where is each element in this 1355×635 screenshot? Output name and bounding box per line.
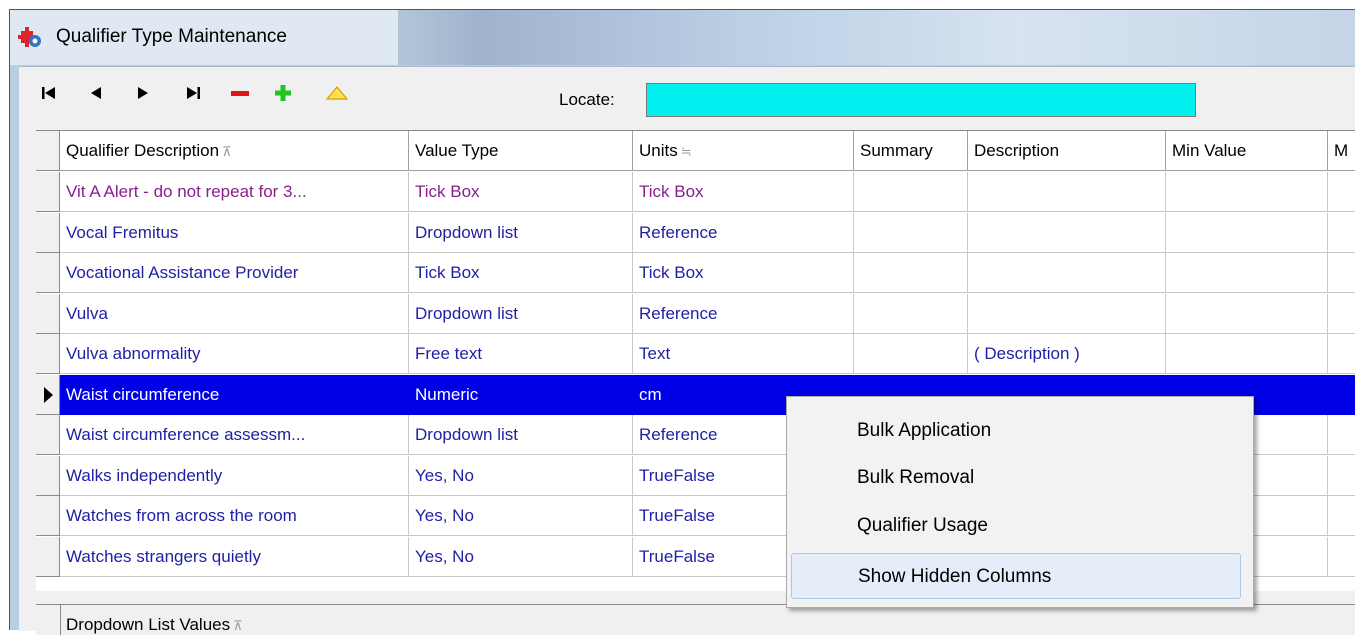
cell-qualifier-description[interactable]: Walks independently [60,455,409,496]
app-icon [18,27,41,47]
column-header-max-value[interactable]: M [1328,131,1355,171]
cell-max-value[interactable] [1328,496,1355,536]
cell-summary[interactable] [854,253,968,293]
cell-summary[interactable] [854,212,968,253]
cell-qualifier-description[interactable]: Vulva abnormality [60,334,409,374]
edit-record-icon[interactable] [324,81,350,105]
row-indicator[interactable] [36,253,60,293]
grid-header-row: Qualifier Description ⊼ Value Type Units ≒… [36,131,1355,172]
row-indicator[interactable] [36,172,60,212]
row-indicator[interactable] [36,374,60,415]
cell-qualifier-description[interactable]: Vocational Assistance Provider [60,253,409,293]
row-indicator[interactable] [36,455,60,496]
column-header-summary[interactable]: Summary [854,131,968,171]
cell-qualifier-description[interactable]: Vit A Alert - do not repeat for 3... [60,172,409,212]
cell-units[interactable]: Tick Box [633,253,854,293]
menu-item-qualifier-usage[interactable]: Qualifier Usage [791,503,1241,549]
cell-qualifier-description[interactable]: Waist circumference assessm... [60,415,409,455]
cell-units[interactable]: Text [633,334,854,374]
window-title: Qualifier Type Maintenance [56,26,287,47]
cell-max-value[interactable] [1328,456,1355,496]
cell-value-type[interactable]: Tick Box [409,253,633,293]
column-header-qualifier-description[interactable]: Qualifier Description ⊼ [60,131,409,171]
cell-value-type[interactable]: Dropdown list [409,293,633,334]
cell-summary[interactable] [854,172,968,212]
next-record-icon[interactable] [130,81,156,105]
previous-record-icon[interactable] [83,81,109,105]
header-indicator [36,131,60,171]
cell-units[interactable]: Tick Box [633,172,854,212]
cell-description[interactable] [968,253,1166,293]
cell-value-type[interactable]: Tick Box [409,172,633,212]
cell-max-value[interactable] [1328,253,1355,293]
cell-qualifier-description[interactable]: Watches strangers quietly [60,536,409,577]
cell-value-type[interactable]: Free text [409,334,633,374]
dropdown-list-values-panel: Dropdown List Values ⊼ [36,604,1355,635]
cell-max-value[interactable] [1328,213,1355,253]
table-row[interactable]: Vit A Alert - do not repeat for 3... Tick… [36,172,1355,213]
cell-value-type[interactable]: Dropdown list [409,415,633,455]
menu-item-bulk-application[interactable]: Bulk Application [791,408,1241,454]
dropdown-list-values-header[interactable]: Dropdown List Values ⊼ [66,615,243,635]
locate-label: Locate: [559,90,615,109]
cell-qualifier-description[interactable]: Watches from across the room [60,496,409,536]
toolbar: Locate: [19,67,1355,119]
cell-summary[interactable] [854,334,968,374]
locate-input[interactable] [646,83,1196,117]
table-row[interactable]: Vulva Dropdown list Reference [36,293,1355,335]
cell-min-value[interactable] [1166,293,1328,334]
cell-qualifier-description[interactable]: Waist circumference [60,374,409,415]
cell-units[interactable]: Reference [633,293,854,334]
sort-ascending-icon: ⊼ [222,144,232,159]
cell-min-value[interactable] [1166,212,1328,253]
context-menu: Bulk Application Bulk Removal Qualifier … [786,396,1254,608]
add-record-icon[interactable] [270,81,296,105]
cell-description[interactable] [968,212,1166,253]
row-indicator[interactable] [36,536,60,577]
row-indicator[interactable] [36,334,60,374]
row-indicator[interactable] [36,415,60,455]
cell-description[interactable]: ( Description ) [968,334,1166,374]
cell-value-type[interactable]: Yes, No [409,455,633,496]
cell-max-value[interactable] [1328,172,1355,212]
table-row[interactable]: Vocational Assistance Provider Tick Box Ti… [36,253,1355,294]
first-record-icon[interactable] [36,81,62,105]
column-header-min-value[interactable]: Min Value [1166,131,1328,171]
cell-max-value[interactable] [1328,537,1355,577]
cell-summary[interactable] [854,293,968,334]
cell-min-value[interactable] [1166,253,1328,293]
cell-value-type[interactable]: Numeric [409,374,633,415]
cell-max-value[interactable] [1328,334,1355,374]
column-header-value-type[interactable]: Value Type [409,131,633,171]
cell-max-value[interactable] [1328,374,1355,415]
cell-qualifier-description[interactable]: Vulva [60,293,409,334]
column-header-description[interactable]: Description [968,131,1166,171]
menu-item-bulk-removal[interactable]: Bulk Removal [791,455,1241,501]
cell-min-value[interactable] [1166,172,1328,212]
cell-min-value[interactable] [1166,334,1328,374]
last-record-icon[interactable] [180,81,206,105]
panel-indicator [36,605,61,635]
sort-indicator-icon: ≒ [680,144,692,159]
cell-qualifier-description[interactable]: Vocal Fremitus [60,212,409,253]
sort-ascending-icon: ⊼ [233,618,243,633]
cell-description[interactable] [968,172,1166,212]
cell-value-type[interactable]: Dropdown list [409,212,633,253]
cell-value-type[interactable]: Yes, No [409,536,633,577]
cell-description[interactable] [968,293,1166,334]
row-indicator[interactable] [36,293,60,334]
menu-item-show-hidden-columns[interactable]: Show Hidden Columns [791,553,1241,599]
cell-value-type[interactable]: Yes, No [409,496,633,536]
cell-max-value[interactable] [1328,415,1355,455]
current-row-arrow-icon [44,386,53,403]
cell-units[interactable]: Reference [633,212,854,253]
row-indicator[interactable] [36,496,60,536]
cell-max-value[interactable] [1328,294,1355,334]
table-row[interactable]: Vocal Fremitus Dropdown list Reference [36,212,1355,254]
title-bar: Qualifier Type Maintenance [10,10,1355,65]
delete-record-icon[interactable] [227,81,253,105]
column-header-units[interactable]: Units ≒ [633,131,854,171]
table-row[interactable]: Vulva abnormality Free text Text ( Descript… [36,334,1355,375]
row-indicator[interactable] [36,212,60,253]
